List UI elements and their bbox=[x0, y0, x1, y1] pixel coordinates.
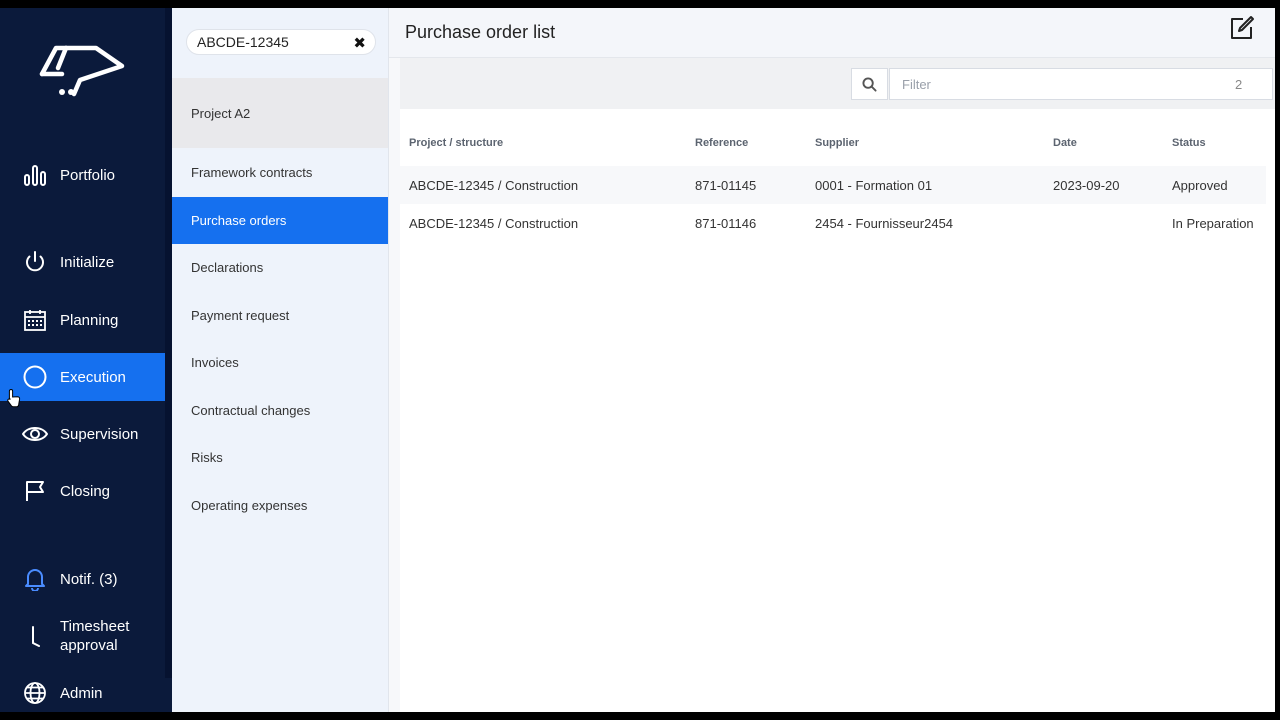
sidebar-item-label: Execution bbox=[60, 368, 126, 386]
column-header-status[interactable]: Status bbox=[1172, 137, 1206, 149]
sidebar-item-admin[interactable]: Admin bbox=[0, 669, 165, 712]
sidebar-scrollbar[interactable] bbox=[165, 8, 172, 678]
sidebar-item-label: Initialize bbox=[60, 253, 115, 271]
sub-navigation: ABCDE-12345 ✖ Project A2 Framework contr… bbox=[172, 8, 389, 712]
mouse-cursor-icon bbox=[7, 388, 21, 408]
table-row[interactable]: ABCDE-12345 / Construction 871-01146 245… bbox=[400, 204, 1266, 242]
sidebar-item-execution[interactable]: Execution bbox=[0, 353, 165, 401]
cell-supplier: 2454 - Fournisseur2454 bbox=[815, 216, 954, 231]
sidebar-item-label: Timesheet approval bbox=[60, 618, 130, 654]
clock-hand-icon bbox=[22, 623, 48, 649]
page-title: Purchase order list bbox=[405, 22, 556, 42]
sidebar-item-notifications[interactable]: Notif. (3) bbox=[0, 555, 165, 603]
column-header-supplier[interactable]: Supplier bbox=[815, 137, 859, 149]
flag-icon bbox=[22, 478, 48, 504]
app-logo bbox=[39, 45, 125, 97]
search-button[interactable] bbox=[851, 68, 888, 100]
close-icon[interactable]: ✖ bbox=[353, 34, 366, 52]
purchase-order-table: Project / structure Reference Supplier D… bbox=[400, 109, 1275, 712]
column-header-date[interactable]: Date bbox=[1053, 137, 1077, 149]
submenu-item-invoices[interactable]: Invoices bbox=[172, 339, 388, 386]
page-header: Purchase order list bbox=[389, 8, 1275, 58]
cell-date: 2023-09-20 bbox=[1053, 178, 1120, 193]
column-header-project[interactable]: Project / structure bbox=[409, 137, 503, 149]
sidebar-item-label: Admin bbox=[60, 684, 103, 702]
cell-project: ABCDE-12345 / Construction bbox=[409, 178, 579, 193]
table-row[interactable]: ABCDE-12345 / Construction 871-01145 000… bbox=[400, 166, 1266, 204]
sidebar-item-portfolio[interactable]: Portfolio bbox=[0, 151, 165, 199]
cell-reference: 871-01145 bbox=[695, 178, 757, 193]
sidebar-item-closing[interactable]: Closing bbox=[0, 467, 165, 515]
project-name[interactable]: Project A2 bbox=[172, 78, 388, 148]
cell-supplier: 0001 - Formation 01 bbox=[815, 178, 933, 193]
column-header-reference[interactable]: Reference bbox=[695, 137, 748, 149]
globe-icon bbox=[22, 680, 48, 706]
main-content: Purchase order list 2 Project / structur… bbox=[389, 8, 1275, 712]
submenu-item-framework-contracts[interactable]: Framework contracts bbox=[172, 149, 388, 196]
main-sidebar: Portfolio Initialize Planning Execution … bbox=[0, 8, 172, 712]
bar-chart-icon bbox=[22, 162, 48, 188]
cell-reference: 871-01146 bbox=[695, 216, 757, 231]
sidebar-item-label: Notif. (3) bbox=[60, 570, 118, 588]
app-window: Portfolio Initialize Planning Execution … bbox=[0, 8, 1275, 712]
edit-icon[interactable] bbox=[1229, 15, 1255, 41]
cell-project: ABCDE-12345 / Construction bbox=[409, 216, 579, 231]
project-search-value: ABCDE-12345 bbox=[197, 34, 289, 50]
result-count: 2 bbox=[1235, 77, 1243, 92]
submenu-item-purchase-orders[interactable]: Purchase orders bbox=[172, 197, 388, 244]
submenu-item-operating-expenses[interactable]: Operating expenses bbox=[172, 482, 388, 529]
filter-bar: 2 bbox=[400, 58, 1275, 109]
eye-icon bbox=[22, 421, 48, 447]
project-search[interactable]: ABCDE-12345 ✖ bbox=[186, 29, 376, 55]
power-icon bbox=[22, 249, 48, 275]
sidebar-item-supervision[interactable]: Supervision bbox=[0, 410, 165, 458]
search-icon bbox=[862, 76, 877, 92]
submenu-item-contractual-changes[interactable]: Contractual changes bbox=[172, 387, 388, 434]
sidebar-item-label: Closing bbox=[60, 482, 111, 500]
sidebar-item-label: Planning bbox=[60, 311, 119, 329]
calendar-icon bbox=[22, 307, 48, 333]
submenu-item-risks[interactable]: Risks bbox=[172, 434, 388, 481]
cell-status: Approved bbox=[1172, 178, 1228, 193]
bell-icon bbox=[22, 566, 48, 592]
submenu-item-declarations[interactable]: Declarations bbox=[172, 244, 388, 291]
cell-status: In Preparation bbox=[1172, 216, 1254, 231]
sidebar-item-timesheet-approval[interactable]: Timesheet approval bbox=[0, 612, 165, 660]
sidebar-item-label: Supervision bbox=[60, 425, 139, 443]
sidebar-item-planning[interactable]: Planning bbox=[0, 296, 165, 344]
circle-icon bbox=[22, 364, 48, 390]
sidebar-item-initialize[interactable]: Initialize bbox=[0, 238, 165, 286]
submenu-item-payment-request[interactable]: Payment request bbox=[172, 292, 388, 339]
sidebar-item-label: Portfolio bbox=[60, 166, 116, 184]
filter-input[interactable] bbox=[889, 68, 1273, 100]
